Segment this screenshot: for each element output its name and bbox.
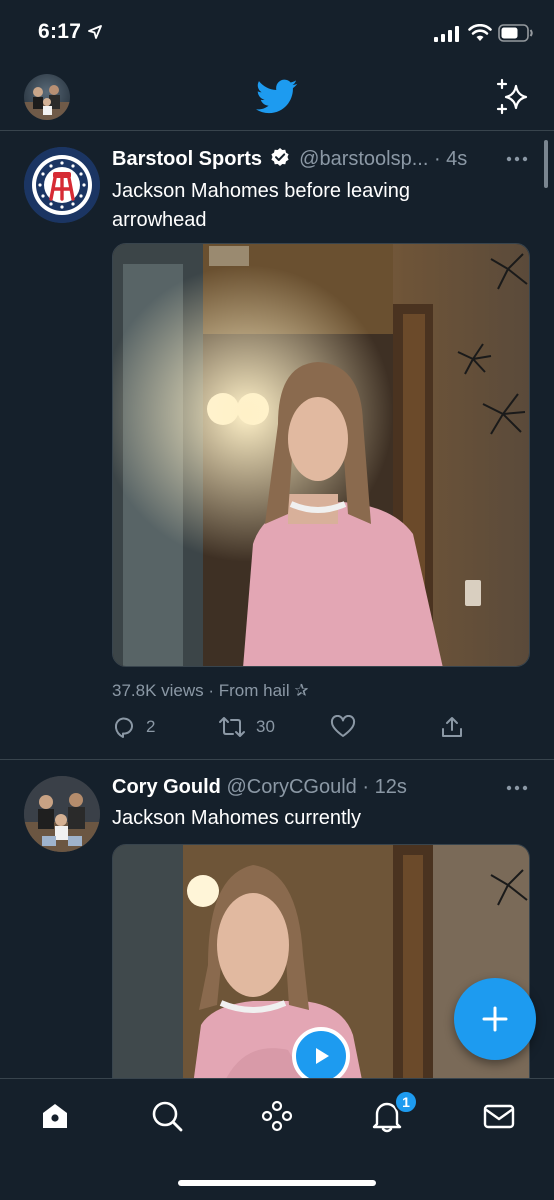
location-arrow-icon xyxy=(88,25,102,39)
retweet-count: 30 xyxy=(256,717,275,736)
verified-badge-icon xyxy=(270,148,289,166)
reply-button[interactable]: 2 xyxy=(112,715,155,739)
status-time: 6:17 xyxy=(38,20,82,43)
tweet-handle: @barstoolsp... xyxy=(299,148,429,170)
retweet-icon xyxy=(219,717,245,737)
twitter-bird-icon[interactable] xyxy=(256,79,298,115)
like-button[interactable] xyxy=(330,715,366,739)
cory-gould-avatar[interactable] xyxy=(24,776,100,852)
more-options-icon[interactable] xyxy=(506,785,528,791)
tweet-timestamp: · 12s xyxy=(362,776,407,798)
tweet-header: Cory Gould @CoryCGould · 12s xyxy=(112,776,534,802)
tweet-header: Barstool Sports @barstoolsp... · 4s xyxy=(112,147,534,173)
battery-icon xyxy=(498,24,533,42)
reply-count: 2 xyxy=(146,717,156,736)
search-icon[interactable] xyxy=(150,1099,184,1133)
barstool-avatar[interactable] xyxy=(24,147,100,223)
retweet-button[interactable]: 30 xyxy=(218,715,275,739)
status-bar: 6:17 xyxy=(0,0,554,64)
share-button[interactable] xyxy=(440,715,464,739)
home-icon[interactable] xyxy=(38,1099,72,1133)
top-navigation xyxy=(0,64,554,130)
video-frame xyxy=(113,244,529,666)
sparkle-icon[interactable] xyxy=(494,78,532,116)
share-icon xyxy=(442,717,462,737)
reply-icon xyxy=(115,717,133,738)
messages-icon[interactable] xyxy=(482,1099,516,1133)
tweet-handle: @CoryCGould xyxy=(226,776,357,798)
play-icon xyxy=(316,1048,329,1064)
heart-icon xyxy=(330,715,356,737)
compose-tweet-button[interactable] xyxy=(454,978,536,1060)
view-count[interactable]: 37.8K views · From hail ✰ xyxy=(112,681,309,701)
tweet-text: Jackson Mahomes before leaving arrowhead xyxy=(112,180,410,231)
tweet-author-name[interactable]: Barstool Sports xyxy=(112,148,262,170)
notification-badge: 1 xyxy=(394,1090,418,1114)
scrollbar[interactable] xyxy=(544,140,548,188)
tweet[interactable]: Barstool Sports @barstoolsp... · 4s Jack… xyxy=(0,130,554,760)
tweet-actions: 2 30 xyxy=(112,715,512,745)
tweet-video-thumbnail[interactable] xyxy=(112,243,530,667)
tweet-timestamp: · 4s xyxy=(433,148,468,170)
wifi-icon xyxy=(468,24,492,41)
home-indicator xyxy=(178,1180,376,1186)
tweet-text: Jackson Mahomes currently xyxy=(112,807,361,829)
video-play-button[interactable] xyxy=(292,1027,350,1085)
spaces-icon[interactable] xyxy=(260,1099,294,1133)
profile-avatar[interactable] xyxy=(24,74,70,120)
tweet-author-name[interactable]: Cory Gould xyxy=(112,776,221,798)
cellular-signal-icon xyxy=(434,26,459,42)
more-options-icon[interactable] xyxy=(506,156,528,162)
plus-icon xyxy=(482,1006,508,1032)
